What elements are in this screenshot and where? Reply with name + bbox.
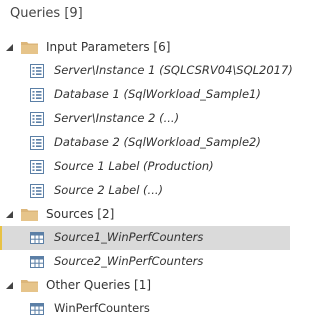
table-icon: [30, 231, 44, 245]
query-item[interactable]: WinPerfCounters: [0, 297, 290, 321]
folder-icon: [21, 41, 38, 54]
table-icon: [30, 302, 44, 316]
query-label: Database 1 (SqlWorkload_Sample1): [54, 87, 261, 101]
group-input-parameters[interactable]: Input Parameters [6]: [0, 36, 290, 59]
caret-down-icon[interactable]: [6, 211, 13, 218]
query-item[interactable]: Database 2 (SqlWorkload_Sample2): [0, 131, 290, 155]
query-item[interactable]: Server\Instance 2 (...): [0, 107, 290, 131]
parameter-icon: [30, 136, 44, 150]
query-label: WinPerfCounters: [54, 301, 150, 315]
parameter-icon: [30, 88, 44, 102]
parameter-icon: [30, 160, 44, 174]
pane-title: Queries [9]: [10, 6, 83, 21]
query-item[interactable]: Source 2 Label (...): [0, 179, 290, 203]
parameter-icon: [30, 112, 44, 126]
table-icon: [30, 255, 44, 269]
group-other-queries[interactable]: Other Queries [1]: [0, 274, 290, 297]
group-label: Sources [2]: [46, 207, 115, 221]
query-label: Source 1 Label (Production): [54, 159, 214, 173]
query-item[interactable]: Server\Instance 1 (SQLCSRV04\SQL2017): [0, 59, 293, 83]
query-item-selected[interactable]: Source1_WinPerfCounters: [0, 226, 290, 250]
queries-pane: Queries [9] Input Parameters [6] Server\…: [0, 0, 293, 328]
query-item[interactable]: Database 1 (SqlWorkload_Sample1): [0, 83, 290, 107]
query-item[interactable]: Source2_WinPerfCounters: [0, 250, 290, 274]
parameter-icon: [30, 184, 44, 198]
group-label: Other Queries [1]: [46, 278, 152, 292]
query-item[interactable]: Source 1 Label (Production): [0, 155, 290, 179]
query-tree: Input Parameters [6] Server\Instance 1 (…: [0, 36, 293, 321]
query-label: Source1_WinPerfCounters: [54, 230, 204, 244]
folder-icon: [21, 208, 38, 221]
query-label: Database 2 (SqlWorkload_Sample2): [54, 135, 261, 149]
query-label: Server\Instance 2 (...): [54, 111, 180, 125]
folder-icon: [21, 279, 38, 292]
caret-down-icon[interactable]: [6, 44, 13, 51]
query-label: Source2_WinPerfCounters: [54, 254, 204, 268]
parameter-icon: [30, 64, 44, 78]
query-label: Source 2 Label (...): [54, 183, 163, 197]
caret-down-icon[interactable]: [6, 282, 13, 289]
group-label: Input Parameters [6]: [46, 40, 171, 54]
query-label: Server\Instance 1 (SQLCSRV04\SQL2017): [54, 63, 293, 77]
group-sources[interactable]: Sources [2]: [0, 203, 290, 226]
